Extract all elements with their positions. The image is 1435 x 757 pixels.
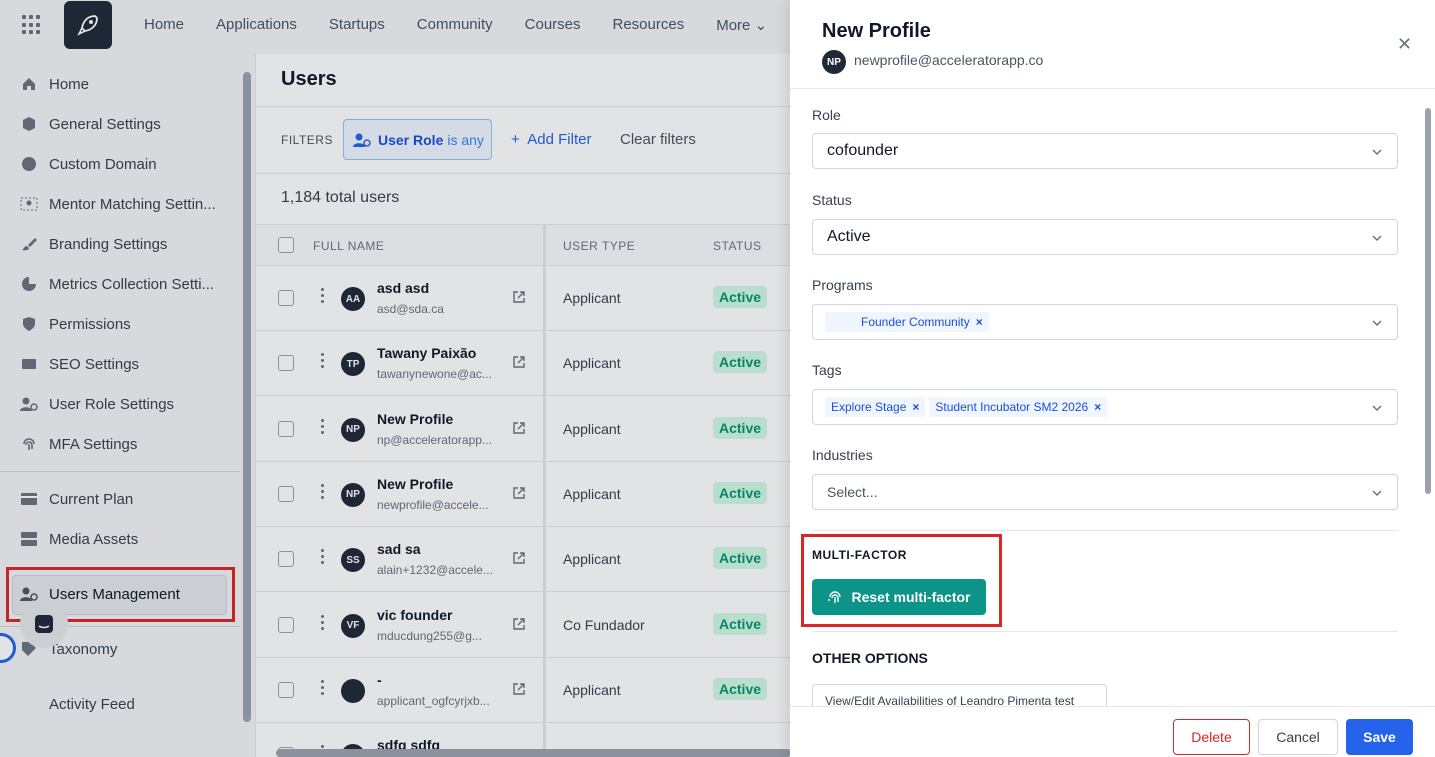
status-select[interactable]: Active bbox=[812, 219, 1398, 255]
status-label: Status bbox=[812, 192, 852, 208]
tag-chip-label: Explore Stage bbox=[831, 400, 907, 414]
drawer-email: newprofile@acceleratorapp.co bbox=[854, 52, 1044, 68]
modal-backdrop[interactable] bbox=[0, 0, 790, 757]
role-value: cofounder bbox=[827, 142, 899, 159]
delete-button[interactable]: Delete bbox=[1173, 719, 1250, 755]
remove-tag-icon[interactable]: × bbox=[976, 315, 983, 329]
program-tag[interactable]: Founder Community × bbox=[825, 312, 989, 332]
drawer-title: New Profile bbox=[822, 20, 931, 42]
save-button[interactable]: Save bbox=[1346, 719, 1413, 755]
industries-placeholder: Select... bbox=[827, 484, 878, 500]
programs-label: Programs bbox=[812, 277, 873, 293]
section-divider bbox=[812, 530, 1398, 531]
avatar: NP bbox=[822, 50, 846, 74]
drawer-footer: Delete Cancel Save bbox=[790, 706, 1435, 757]
cancel-button[interactable]: Cancel bbox=[1258, 719, 1338, 755]
chevron-down-icon bbox=[1372, 320, 1382, 327]
status-value: Active bbox=[827, 228, 871, 245]
reset-multi-factor-label: Reset multi-factor bbox=[851, 589, 971, 605]
programs-select[interactable]: Founder Community × bbox=[812, 304, 1398, 340]
industries-label: Industries bbox=[812, 447, 873, 463]
section-divider bbox=[812, 631, 1398, 632]
multi-factor-heading: MULTI-FACTOR bbox=[812, 548, 907, 562]
drawer-header-divider bbox=[790, 88, 1435, 89]
other-options-heading: OTHER OPTIONS bbox=[812, 650, 928, 666]
fingerprint-icon bbox=[827, 589, 843, 605]
industries-select[interactable]: Select... bbox=[812, 474, 1398, 510]
remove-tag-icon[interactable]: × bbox=[912, 400, 919, 414]
remove-tag-icon[interactable]: × bbox=[1094, 400, 1101, 414]
tag-chip[interactable]: Explore Stage × bbox=[825, 397, 926, 417]
tag-chip[interactable]: Student Incubator SM2 2026 × bbox=[929, 397, 1108, 417]
chevron-down-icon bbox=[1372, 235, 1382, 242]
chevron-down-icon bbox=[1372, 405, 1382, 412]
reset-multi-factor-button[interactable]: Reset multi-factor bbox=[812, 579, 986, 615]
drawer-scrollbar[interactable] bbox=[1425, 108, 1431, 494]
edit-user-drawer: New Profile NP newprofile@acceleratorapp… bbox=[790, 0, 1435, 757]
chevron-down-icon bbox=[1372, 490, 1382, 497]
role-label: Role bbox=[812, 107, 841, 123]
role-select[interactable]: cofounder bbox=[812, 133, 1398, 169]
chevron-down-icon bbox=[1372, 149, 1382, 156]
close-icon[interactable]: ✕ bbox=[1397, 34, 1412, 55]
tags-select[interactable]: Explore Stage × Student Incubator SM2 202… bbox=[812, 389, 1398, 425]
tags-label: Tags bbox=[812, 362, 842, 378]
tag-chip-label: Student Incubator SM2 2026 bbox=[935, 400, 1089, 414]
program-tag-label: Founder Community bbox=[861, 315, 970, 329]
